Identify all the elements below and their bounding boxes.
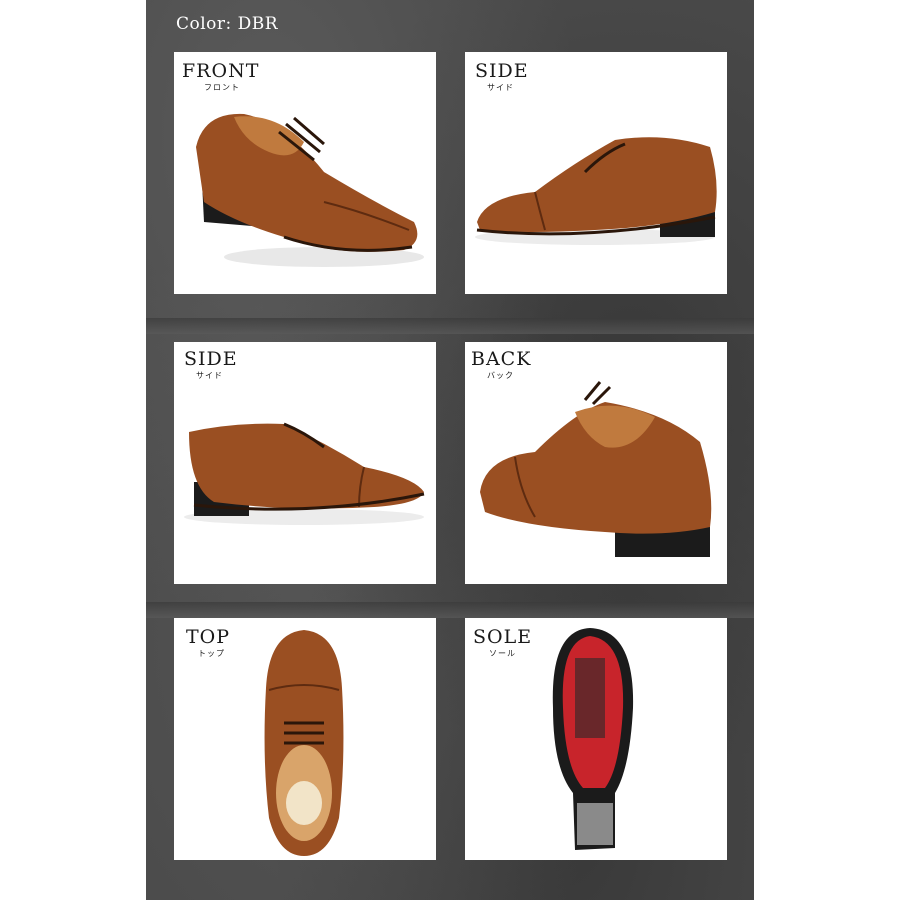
panel-title: SOLE <box>473 626 533 648</box>
panel-sole: SOLE ソール <box>465 618 727 860</box>
panel-subtitle: バック <box>487 371 514 380</box>
panel-subtitle: トップ <box>198 649 225 658</box>
panel-side-1: SIDE サイド <box>465 52 727 294</box>
stone-divider <box>146 318 754 334</box>
color-label: Color: DBR <box>176 14 279 34</box>
panel-subtitle: フロント <box>204 83 240 92</box>
panel-title: TOP <box>186 626 231 648</box>
panel-front: FRONT フロント <box>174 52 436 294</box>
panel-side-2: SIDE サイド <box>174 342 436 584</box>
panel-subtitle: サイド <box>196 371 223 380</box>
panel-title: SIDE <box>184 348 238 370</box>
panel-title: FRONT <box>182 60 260 82</box>
stone-divider <box>146 602 754 618</box>
panel-title: BACK <box>471 348 532 370</box>
panel-subtitle: ソール <box>489 649 516 658</box>
panel-title: SIDE <box>475 60 529 82</box>
panel-back: BACK バック <box>465 342 727 584</box>
panel-subtitle: サイド <box>487 83 514 92</box>
panel-top: TOP トップ <box>174 618 436 860</box>
